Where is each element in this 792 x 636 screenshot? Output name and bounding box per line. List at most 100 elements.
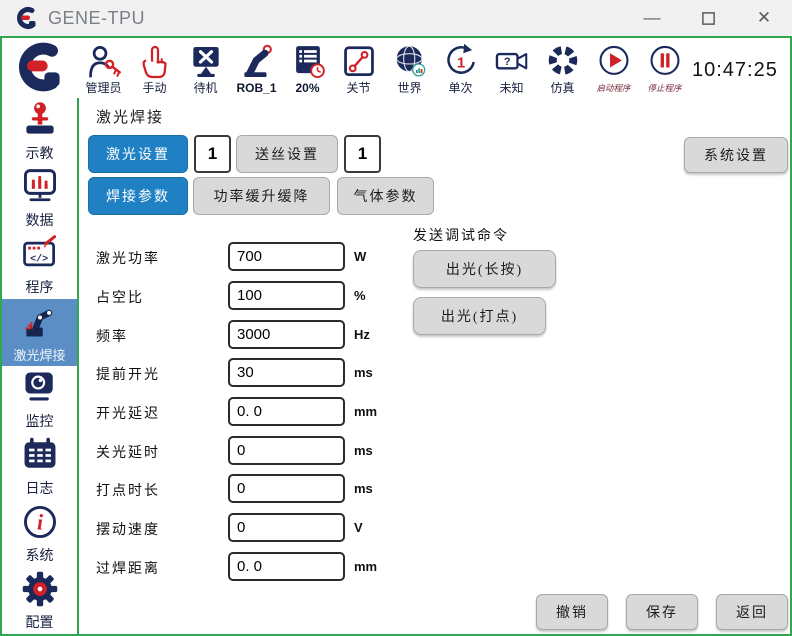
toolbar-item-robot[interactable]: ROB_1 (231, 41, 282, 95)
toolbar-item-label: 20% (295, 82, 319, 95)
unknown-camera-icon: ? (492, 43, 532, 81)
advance-laser-on-input[interactable] (228, 358, 345, 387)
param-unit: ms (354, 365, 373, 380)
toolbar-item-coord-mode[interactable]: 关节 (333, 41, 384, 95)
monitor-camera-icon (20, 368, 60, 408)
toolbar-item-frame[interactable]: 世界 (384, 41, 435, 95)
param-unit: ms (354, 481, 373, 496)
param-unit: ms (354, 443, 373, 458)
laser-off-delay-input[interactable] (228, 436, 345, 465)
toolbar-item-start-program[interactable]: 启动程序 (588, 41, 639, 95)
param-unit: mm (354, 559, 377, 574)
sidebar-item-label: 数据 (26, 210, 54, 230)
start-program-icon (595, 43, 633, 81)
toolbar-item-stop-program[interactable]: 停止程序 (639, 41, 690, 95)
sidebar-item-log[interactable]: 日志 (2, 433, 77, 500)
toolbar-item-label: 待机 (193, 82, 217, 95)
weave-speed-input[interactable] (228, 513, 345, 542)
svg-text:</>: </> (30, 253, 48, 265)
toolbar-item-label: 管理员 (85, 82, 121, 95)
laser-welding-robot-icon (20, 302, 60, 342)
sidebar-item-label: 示教 (26, 143, 54, 163)
toolbar-item-label: 世界 (397, 82, 421, 95)
robot-arm-icon (237, 43, 277, 81)
save-button[interactable]: 保存 (626, 594, 698, 630)
app-logo-icon (14, 6, 38, 30)
sidebar-item-teach[interactable]: 示教 (2, 98, 77, 165)
param-label: 打点时长 (96, 480, 216, 500)
laser-on-hold-button[interactable]: 出光(长按) (413, 250, 556, 288)
system-info-icon: i (20, 502, 60, 542)
window-title: GENE-TPU (48, 8, 145, 29)
tab-laser-settings[interactable]: 激光设置 (88, 135, 188, 173)
sidebar-item-system[interactable]: i 系统 (2, 500, 77, 567)
sidebar-item-config[interactable]: 配置 (2, 567, 77, 634)
spot-duration-input[interactable] (228, 474, 345, 503)
toolbar-item-label: 仿真 (550, 82, 574, 95)
toolbar-item-label: 关节 (346, 82, 370, 95)
toolbar-item-camera[interactable]: ? 未知 (486, 41, 537, 95)
param-label: 频率 (96, 326, 216, 346)
sidebar-item-label: 配置 (26, 612, 54, 632)
world-globe-icon (391, 43, 429, 81)
page-title: 激光焊接 (96, 106, 164, 127)
single-cycle-icon: 1 (442, 43, 480, 81)
log-calendar-icon (20, 435, 60, 475)
sidebar-item-label: 激光焊接 (13, 345, 65, 364)
data-chart-icon (20, 167, 60, 207)
sidebar-item-monitor[interactable]: 监控 (2, 366, 77, 433)
teach-joystick-icon (21, 100, 59, 140)
sidebar-item-program[interactable]: </> 程序 (2, 232, 77, 299)
tab-wire-feed-settings[interactable]: 送丝设置 (236, 135, 338, 173)
maximize-button[interactable] (680, 0, 736, 36)
svg-text:i: i (36, 510, 42, 534)
sidebar-item-label: 日志 (26, 478, 54, 498)
param-label: 占空比 (96, 287, 216, 307)
param-label: 关光延时 (96, 442, 216, 462)
sidebar-item-label: 程序 (26, 277, 54, 297)
undo-button[interactable]: 撤销 (536, 594, 608, 630)
param-unit: % (354, 288, 366, 303)
toolbar-item-label: 单次 (448, 82, 472, 95)
param-unit: mm (354, 404, 377, 419)
toolbar-item-simulation[interactable]: 仿真 (537, 41, 588, 95)
close-button[interactable]: ✕ (736, 0, 792, 36)
tab-gas-params[interactable]: 气体参数 (337, 177, 434, 215)
param-label: 开光延迟 (96, 403, 216, 423)
param-unit: Hz (354, 327, 370, 342)
app-window: GENE-TPU — ✕ 管理员 (0, 0, 792, 636)
toolbar-item-speed[interactable]: 20% (282, 41, 333, 95)
brand-logo-icon (10, 41, 68, 93)
duty-cycle-input[interactable] (228, 281, 345, 310)
laser-power-input[interactable] (228, 242, 345, 271)
laser-on-spot-button[interactable]: 出光(打点) (413, 297, 546, 335)
param-label: 摆动速度 (96, 519, 216, 539)
laser-on-delay-input[interactable] (228, 397, 345, 426)
toolbar-item-run-state[interactable]: 待机 (180, 41, 231, 95)
wire-channel-input[interactable] (344, 135, 381, 173)
param-label: 过焊距离 (96, 558, 216, 578)
param-unit: V (354, 520, 363, 535)
simulation-ring-icon (544, 43, 582, 81)
config-gear-icon (20, 569, 60, 609)
svg-text:1: 1 (456, 54, 464, 71)
toolbar-item-user-level[interactable]: 管理员 (78, 41, 129, 95)
param-unit: W (354, 249, 366, 264)
back-button[interactable]: 返回 (716, 594, 788, 630)
tab-welding-params[interactable]: 焊接参数 (88, 177, 188, 215)
toolbar-item-run-mode[interactable]: 1 单次 (435, 41, 486, 95)
param-label: 提前开光 (96, 364, 216, 384)
toolbar-item-mode[interactable]: 手动 (129, 41, 180, 95)
over-weld-distance-input[interactable] (228, 552, 345, 581)
tab-power-ramp[interactable]: 功率缓升缓降 (193, 177, 330, 215)
minimize-button[interactable]: — (624, 0, 680, 36)
toolbar-item-label: 未知 (499, 82, 523, 95)
sidebar-item-laser-welding[interactable]: 激光焊接 (2, 299, 77, 366)
sidebar-item-data[interactable]: 数据 (2, 165, 77, 232)
stop-program-icon (646, 43, 684, 81)
laser-channel-input[interactable] (194, 135, 231, 173)
manual-hand-icon (137, 43, 173, 81)
frequency-input[interactable] (228, 320, 345, 349)
system-settings-button[interactable]: 系统设置 (684, 137, 788, 173)
joint-gauge-icon (340, 43, 378, 81)
